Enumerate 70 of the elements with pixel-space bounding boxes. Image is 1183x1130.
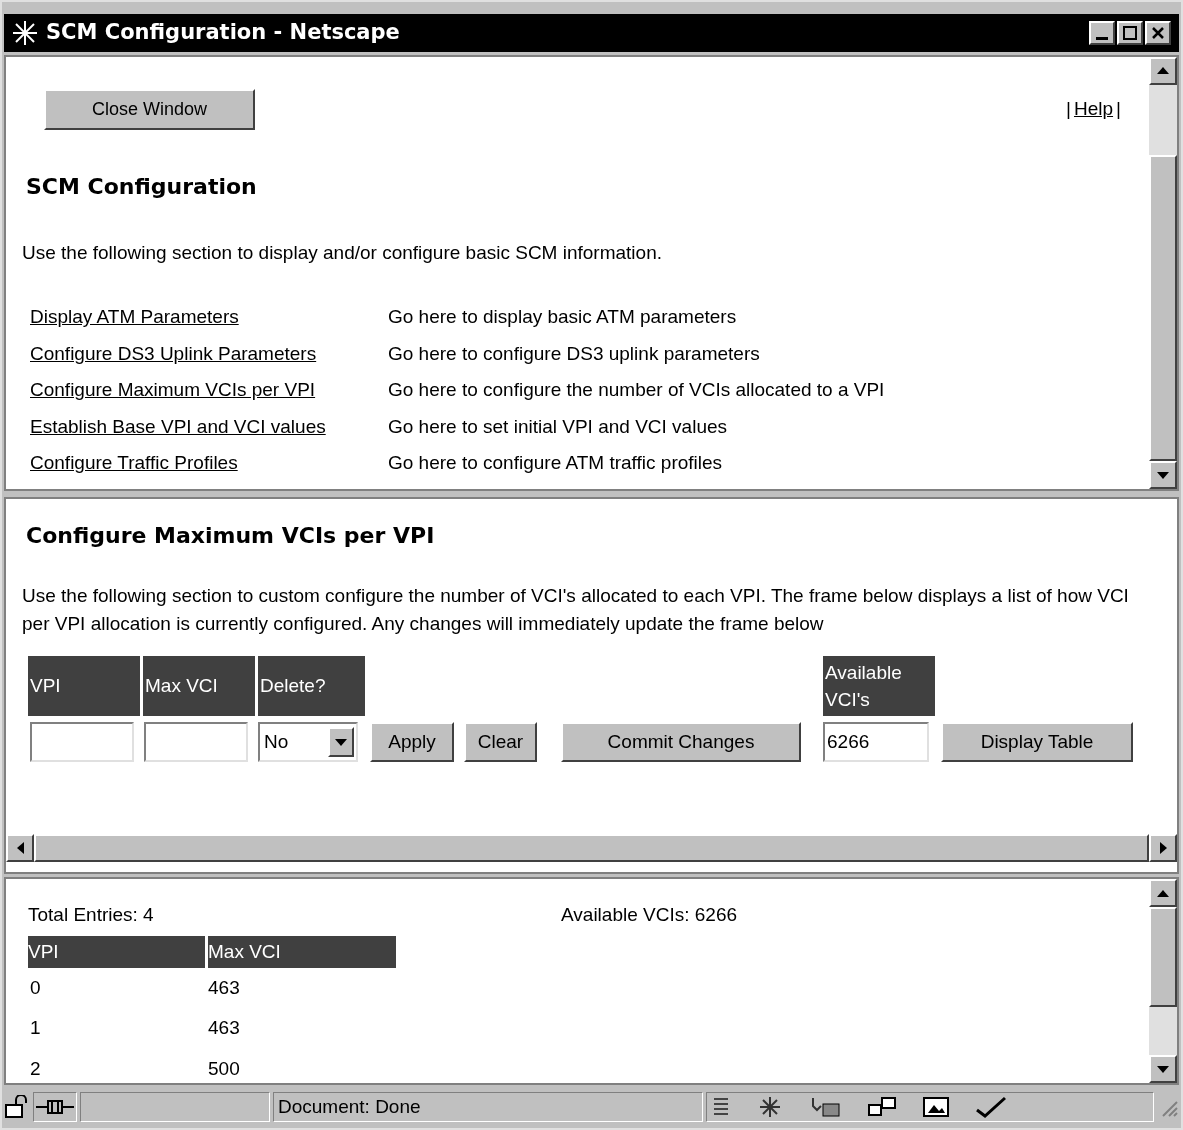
description-text: Use the following section to custom configure the number of VCI's allocated to each VPI. The frame below displays a list of how VCI per VPI allocation is currently configured. Any changes will immediately update the frame below — [22, 584, 1130, 637]
column-header: VPI — [28, 656, 140, 717]
down-arrow-icon — [1157, 471, 1169, 479]
scroll-thumb[interactable] — [1149, 154, 1177, 462]
clear-button[interactable]: Clear — [464, 722, 537, 763]
left-arrow-icon — [16, 842, 24, 855]
lock-icon — [4, 1095, 30, 1120]
close-window-button[interactable]: Close Window — [44, 88, 255, 130]
scroll-up-button[interactable] — [1149, 879, 1177, 908]
up-arrow-icon — [1157, 889, 1169, 897]
table-cell-text: 0 — [29, 975, 42, 1000]
maximize-icon — [1123, 25, 1137, 40]
section-heading: SCM Configuration — [26, 172, 258, 201]
scroll-thumb[interactable] — [1149, 907, 1177, 1008]
nav-link[interactable]: Establish Base VPI and VCI values — [30, 412, 388, 442]
maximize-button[interactable] — [1117, 20, 1143, 45]
window-title: SCM Configuration - Netscape — [46, 19, 401, 47]
commit-changes-button[interactable]: Commit Changes — [561, 722, 801, 763]
separator-text: | — [1116, 96, 1121, 121]
column-header: Max VCI — [208, 935, 396, 968]
link-description: Go here to configure DS3 uplink parameters — [388, 341, 760, 366]
scroll-thumb[interactable] — [34, 834, 1149, 863]
table-cell-text: 463 — [208, 1016, 240, 1041]
link-description: Go here to display basic ATM parameters — [388, 305, 737, 330]
chat-icon — [867, 1096, 897, 1119]
max-vci-input-field[interactable] — [144, 722, 248, 763]
picture-frame-icon — [923, 1096, 949, 1119]
dropdown-button[interactable] — [328, 727, 354, 758]
scroll-down-button[interactable] — [1149, 1055, 1177, 1084]
intro-text: Use the following section to display and/or configure basic SCM information. — [22, 240, 663, 265]
minimize-icon — [1096, 36, 1108, 40]
right-arrow-icon — [1159, 842, 1167, 855]
delete-dropdown[interactable]: No — [258, 722, 358, 763]
display-table-button[interactable]: Display Table — [941, 722, 1133, 763]
connection-plug-icon — [36, 1099, 74, 1116]
minimize-button[interactable] — [1089, 20, 1115, 45]
column-header: Available VCI's — [823, 656, 935, 717]
link-description: Go here to configure ATM traffic profiles — [388, 451, 723, 476]
column-header: Delete? — [258, 656, 365, 717]
down-arrow-icon — [1157, 1065, 1169, 1073]
column-header: Max VCI — [143, 656, 255, 717]
up-arrow-icon — [1157, 67, 1169, 75]
scroll-down-button[interactable] — [1149, 461, 1177, 490]
table-cell-text: 1 — [29, 1016, 42, 1041]
nav-link[interactable]: Configure Traffic Profiles — [30, 449, 388, 478]
apply-button[interactable]: Apply — [370, 722, 454, 763]
down-arrow-icon — [335, 738, 347, 746]
link-description: Go here to set initial VPI and VCI values — [388, 414, 727, 439]
help-link[interactable]: Help — [1074, 94, 1114, 124]
total-entries-text: Total Entries: 4 — [28, 903, 155, 928]
scroll-left-button[interactable] — [6, 834, 34, 863]
nav-link[interactable]: Display ATM Parameters — [30, 303, 388, 332]
table-cell-text: 500 — [208, 1056, 240, 1081]
column-header: VPI — [28, 935, 205, 968]
link-description: Go here to configure the number of VCIs allocated to a VPI — [388, 378, 885, 403]
section-heading: Configure Maximum VCIs per VPI — [26, 522, 436, 551]
table-cell-text: 463 — [208, 975, 240, 1000]
status-text: Document: Done — [273, 1092, 703, 1123]
vpi-input-field[interactable] — [30, 722, 134, 763]
scroll-up-button[interactable] — [1149, 56, 1177, 85]
available-vcis-text: Available VCIs: 6266 — [561, 903, 738, 928]
scroll-right-button[interactable] — [1149, 834, 1177, 863]
app-icon — [12, 19, 38, 46]
table-cell-text: 2 — [29, 1056, 42, 1081]
close-button[interactable] — [1145, 20, 1171, 45]
nav-link[interactable]: Configure DS3 Uplink Parameters — [30, 339, 388, 369]
available-vcis-field[interactable]: 6266 — [823, 722, 929, 763]
close-icon — [1152, 26, 1164, 39]
nav-link[interactable]: Configure Maximum VCIs per VPI — [30, 376, 388, 405]
separator-text: | — [1066, 96, 1071, 121]
